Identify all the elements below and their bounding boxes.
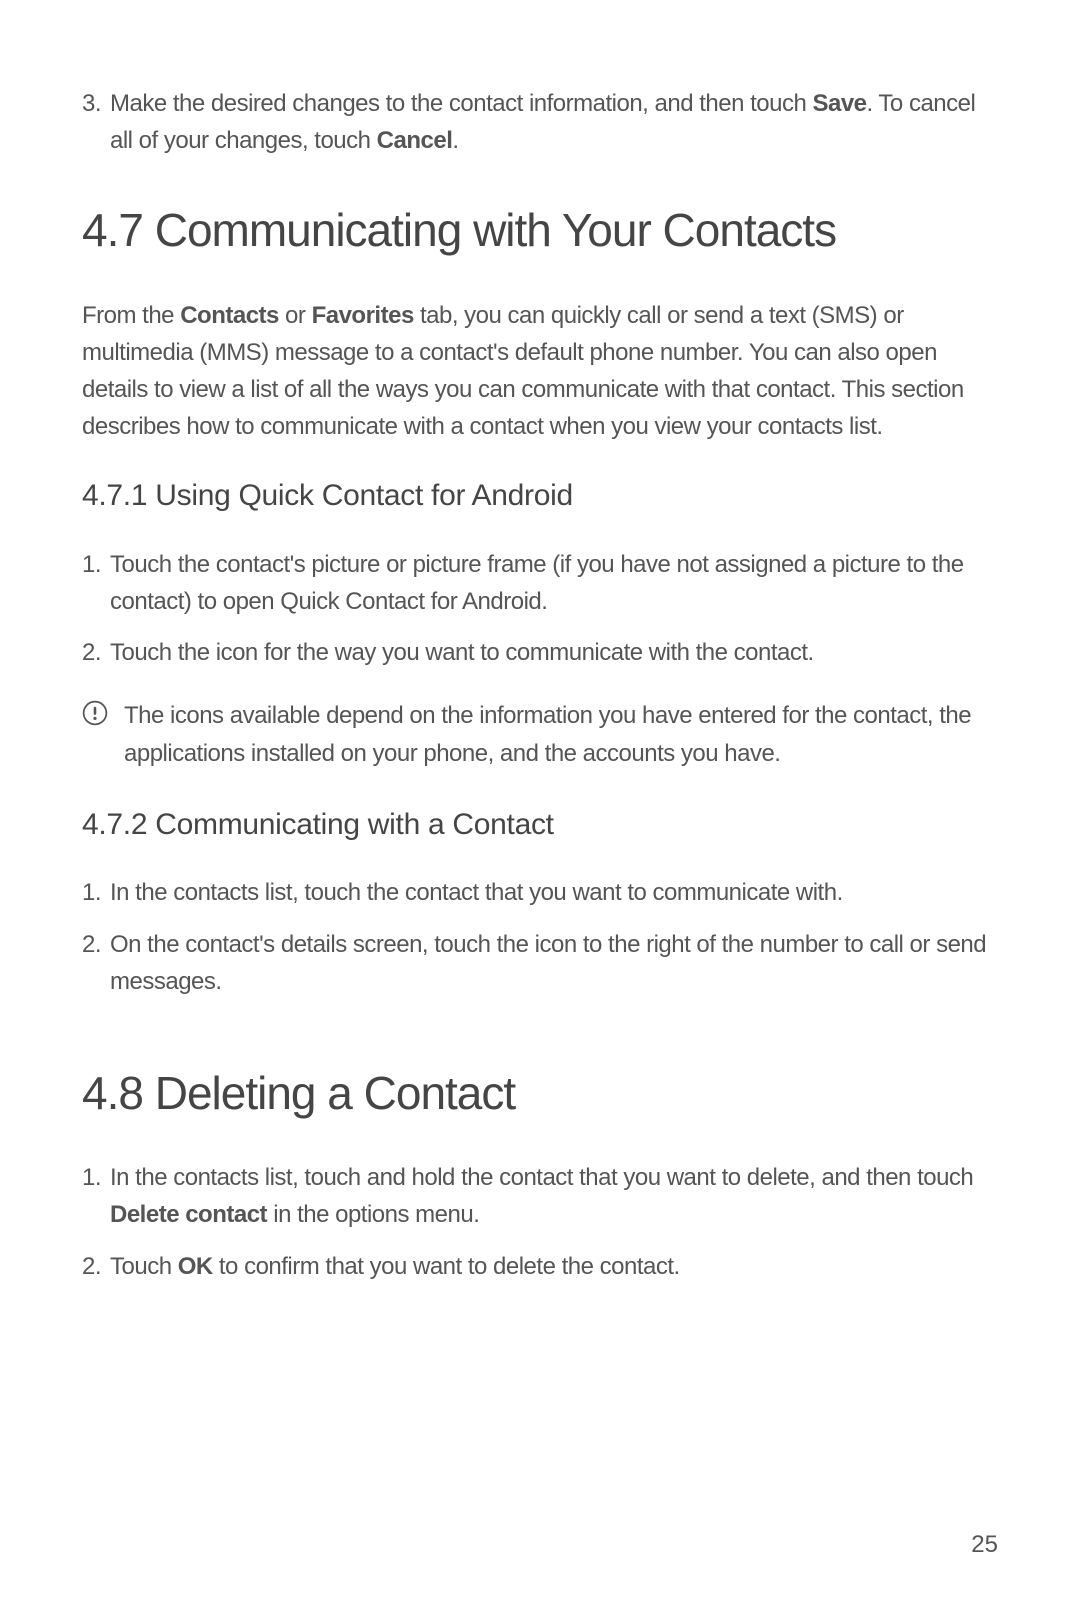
list-number: 1. bbox=[82, 1159, 110, 1233]
list-text: Make the desired changes to the contact … bbox=[110, 85, 998, 159]
list-text: On the contact's details screen, touch t… bbox=[110, 926, 998, 1000]
list-number: 1. bbox=[82, 546, 110, 620]
note-text: The icons available depend on the inform… bbox=[114, 697, 998, 771]
list-number: 3. bbox=[82, 85, 110, 159]
page-number: 25 bbox=[971, 1531, 998, 1559]
section-4-7-2-heading: 4.7.2 Communicating with a Contact bbox=[82, 802, 998, 849]
list-number: 2. bbox=[82, 1248, 110, 1285]
s472-list-item-2: 2. On the contact's details screen, touc… bbox=[82, 926, 998, 1000]
s48-list-item-2: 2. Touch OK to confirm that you want to … bbox=[82, 1248, 998, 1285]
info-icon bbox=[82, 700, 114, 735]
document-content: 3. Make the desired changes to the conta… bbox=[82, 85, 998, 1285]
intro-list-item-3: 3. Make the desired changes to the conta… bbox=[82, 85, 998, 159]
section-4-7-paragraph: From the Contacts or Favorites tab, you … bbox=[82, 297, 998, 446]
s471-list-item-1: 1. Touch the contact's picture or pictur… bbox=[82, 546, 998, 620]
list-number: 2. bbox=[82, 634, 110, 671]
section-4-7-1-heading: 4.7.1 Using Quick Contact for Android bbox=[82, 473, 998, 520]
s472-list-item-1: 1. In the contacts list, touch the conta… bbox=[82, 874, 998, 911]
s48-list-item-1: 1. In the contacts list, touch and hold … bbox=[82, 1159, 998, 1233]
list-number: 2. bbox=[82, 926, 110, 1000]
list-text: In the contacts list, touch the contact … bbox=[110, 874, 998, 911]
note-block: The icons available depend on the inform… bbox=[82, 697, 998, 771]
list-number: 1. bbox=[82, 874, 110, 911]
list-text: Touch OK to confirm that you want to del… bbox=[110, 1248, 998, 1285]
s471-list-item-2: 2. Touch the icon for the way you want t… bbox=[82, 634, 998, 671]
list-text: Touch the contact's picture or picture f… bbox=[110, 546, 998, 620]
section-4-8-heading: 4.8 Deleting a Contact bbox=[82, 1058, 998, 1129]
list-text: Touch the icon for the way you want to c… bbox=[110, 634, 998, 671]
list-text: In the contacts list, touch and hold the… bbox=[110, 1159, 998, 1233]
section-4-7-heading: 4.7 Communicating with Your Contacts bbox=[82, 195, 998, 266]
